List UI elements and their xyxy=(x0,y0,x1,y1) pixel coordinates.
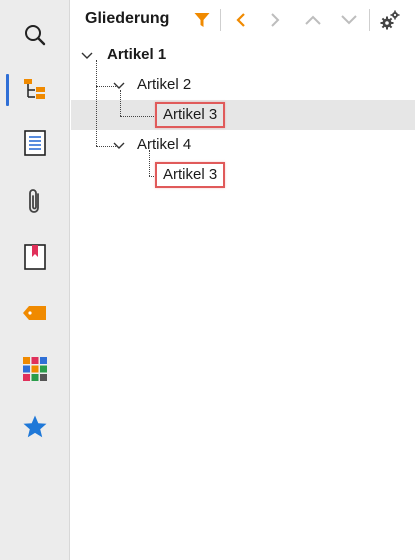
paperclip-icon xyxy=(29,189,39,213)
star-icon xyxy=(23,415,47,438)
tree-node-label-highlighted[interactable]: Artikel 3 xyxy=(155,102,226,128)
tiles-icon xyxy=(23,357,47,381)
tree-node-label[interactable]: Artikel 2 xyxy=(137,76,191,93)
panel-title: Gliederung xyxy=(85,10,170,27)
settings-button[interactable] xyxy=(377,7,403,33)
chevron-left-icon xyxy=(236,13,245,27)
sidebar-item-favorites[interactable] xyxy=(0,402,70,452)
sidebar-item-document[interactable] xyxy=(0,118,70,168)
tree-connector xyxy=(149,150,150,176)
outline-panel: Gliederung Artikel 1 Artikel 2 Artikel 3… xyxy=(71,0,420,560)
sidebar-item-bookmarks[interactable] xyxy=(0,232,70,282)
gears-icon xyxy=(380,10,400,30)
move-down-button[interactable] xyxy=(336,7,362,33)
sidebar-item-attachments[interactable] xyxy=(0,176,70,226)
tree-connector xyxy=(120,90,121,116)
sidebar-item-tags[interactable] xyxy=(0,288,70,338)
tree-connector xyxy=(149,176,154,177)
tree-connector xyxy=(96,60,97,146)
toolbar-separator xyxy=(369,9,370,31)
toolbar-separator xyxy=(220,9,221,31)
filter-icon xyxy=(194,13,210,27)
tree-node-label[interactable]: Artikel 4 xyxy=(137,136,191,153)
panel-header: Gliederung xyxy=(71,0,420,40)
tree-node-label[interactable]: Artikel 1 xyxy=(107,46,166,63)
document-icon xyxy=(24,130,46,156)
tree-row-selected[interactable] xyxy=(71,100,415,130)
previous-button[interactable] xyxy=(228,7,254,33)
sidebar-item-tiles[interactable] xyxy=(0,344,70,394)
bookmark-icon xyxy=(24,244,46,270)
sidebar xyxy=(0,0,70,560)
sidebar-item-outline[interactable] xyxy=(0,64,70,114)
expand-toggle-icon[interactable] xyxy=(113,82,125,90)
chevron-up-icon xyxy=(305,15,321,25)
chevron-down-icon xyxy=(341,15,357,25)
outline-tree: Artikel 1 Artikel 2 Artikel 3 Artikel 4 … xyxy=(71,40,420,560)
chevron-right-icon xyxy=(271,13,280,27)
tree-node-label-highlighted[interactable]: Artikel 3 xyxy=(155,162,226,188)
tree-connector xyxy=(120,116,154,117)
move-up-button[interactable] xyxy=(300,7,326,33)
expand-toggle-icon[interactable] xyxy=(81,52,93,60)
outline-tree-icon xyxy=(24,79,45,99)
expand-toggle-icon[interactable] xyxy=(113,142,125,150)
search-icon xyxy=(25,25,46,46)
sidebar-item-search[interactable] xyxy=(0,10,70,60)
tag-icon xyxy=(23,306,46,320)
next-button[interactable] xyxy=(262,7,288,33)
filter-button[interactable] xyxy=(189,7,215,33)
